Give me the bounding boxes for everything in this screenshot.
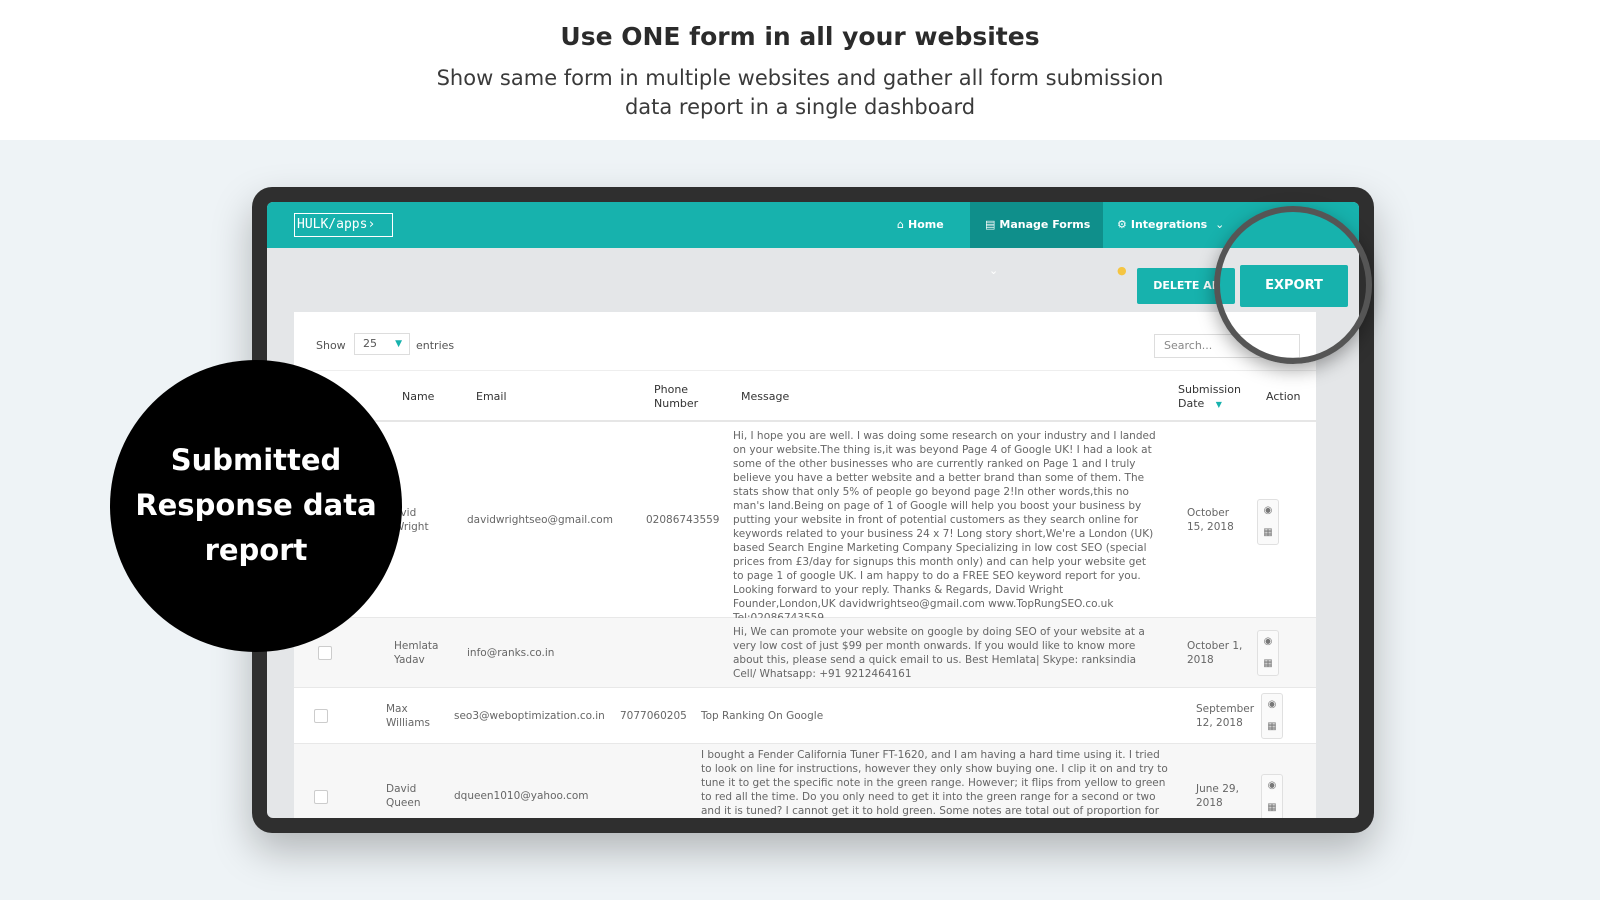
row-name: Hemlata Yadav xyxy=(394,639,439,667)
table-row: Max Williams seo3@weboptimization.co.in … xyxy=(294,688,1316,744)
row-name: Max Williams xyxy=(386,702,430,730)
show-label: Show xyxy=(316,339,346,352)
row-checkbox[interactable] xyxy=(318,646,332,660)
callout-line-3: report xyxy=(204,533,308,567)
trash-icon[interactable]: ▦ xyxy=(1262,721,1282,732)
app-screen: HULK/apps› ⌂ Home ▤ Manage Forms ⌄ ⚙ Integr… xyxy=(267,202,1359,818)
row-actions: ◉ ▦ xyxy=(1261,774,1283,818)
column-phone[interactable]: Phone Number xyxy=(654,383,698,411)
column-submission-date[interactable]: Submission Date ▼ xyxy=(1178,383,1241,412)
table-row: Hemlata Yadav info@ranks.co.in Hi, We ca… xyxy=(294,618,1316,688)
chevron-down-icon: ⌄ xyxy=(989,264,999,277)
row-checkbox[interactable] xyxy=(314,790,328,804)
row-date-line-2: 2018 xyxy=(1187,654,1214,666)
row-message: Hi, I hope you are well. I was doing som… xyxy=(733,430,1156,624)
row-name-last: Williams xyxy=(386,717,430,729)
row-name-last: Queen xyxy=(386,797,421,809)
column-name[interactable]: Name xyxy=(402,390,434,404)
table-header: Name Email Phone Number Message Submissi… xyxy=(294,370,1316,422)
callout-line-2: Response data xyxy=(135,488,377,522)
notification-dot-icon: ● xyxy=(1117,264,1127,277)
hero-subtitle: Show same form in multiple websites and … xyxy=(0,64,1600,122)
document-icon: ▤ xyxy=(985,218,996,231)
row-phone: 02086743559 xyxy=(646,514,720,526)
row-date-line-2: 12, 2018 xyxy=(1196,717,1243,729)
nav-integrations-label: Integrations xyxy=(1130,218,1208,231)
column-phone-line-1: Phone xyxy=(654,383,689,396)
chevron-down-icon: ⌄ xyxy=(1215,218,1225,231)
submissions-table-panel: Show 25 ▼ entries Search... Name Email P… xyxy=(294,312,1316,818)
row-message: I bought a Fender California Tuner FT-16… xyxy=(701,749,1168,817)
nav-home-label: Home xyxy=(907,218,944,231)
view-eye-icon[interactable]: ◉ xyxy=(1262,699,1282,710)
row-name: David Queen xyxy=(386,782,421,810)
gear-icon: ⚙ xyxy=(1117,218,1127,231)
view-eye-icon[interactable]: ◉ xyxy=(1262,780,1282,791)
row-name-first: Max xyxy=(386,703,408,715)
row-date-line-2: 15, 2018 xyxy=(1187,521,1234,533)
caret-down-icon: ▼ xyxy=(395,339,402,349)
trash-icon[interactable]: ▦ xyxy=(1258,658,1278,669)
row-email: seo3@weboptimization.co.in xyxy=(454,710,605,722)
column-date-line-1: Submission xyxy=(1178,383,1241,396)
export-magnifier-highlight xyxy=(1214,206,1372,364)
table-row: avid Wright davidwrightseo@gmail.com 020… xyxy=(294,422,1316,624)
row-phone: 7077060205 xyxy=(620,710,687,722)
column-message[interactable]: Message xyxy=(741,390,789,404)
row-date-line-1: September xyxy=(1196,703,1255,715)
view-eye-icon[interactable]: ◉ xyxy=(1258,505,1278,516)
callout-text: Submitted Response data report xyxy=(110,438,402,573)
nav-manage-forms-label: Manage Forms xyxy=(999,218,1091,231)
hero-section: Use ONE form in all your websites Show s… xyxy=(0,0,1600,140)
row-name-first: David xyxy=(386,783,417,795)
column-action: Action xyxy=(1266,390,1301,403)
row-email: dqueen1010@yahoo.com xyxy=(454,790,589,802)
callout-line-1: Submitted xyxy=(170,443,342,477)
trash-icon[interactable]: ▦ xyxy=(1262,802,1282,813)
column-email[interactable]: Email xyxy=(476,390,507,404)
view-eye-icon[interactable]: ◉ xyxy=(1258,636,1278,647)
hulkapps-logo[interactable]: HULK/apps› xyxy=(294,213,393,237)
table-row: David Queen dqueen1010@yahoo.com I bough… xyxy=(294,744,1316,818)
row-date-line-1: October 1, xyxy=(1187,640,1243,652)
row-message: Top Ranking On Google xyxy=(701,710,824,722)
row-date: June 29, 2018 xyxy=(1196,782,1239,810)
top-navbar: HULK/apps› ⌂ Home ▤ Manage Forms ⌄ ⚙ Integr… xyxy=(267,202,1359,277)
trash-icon[interactable]: ▦ xyxy=(1258,527,1278,538)
entries-select[interactable]: 25 ▼ xyxy=(354,333,410,355)
row-name-first: Hemlata xyxy=(394,640,439,652)
row-name-last: Yadav xyxy=(394,654,425,666)
row-date: September 12, 2018 xyxy=(1196,702,1254,730)
row-message: Hi, We can promote your website on googl… xyxy=(733,626,1145,680)
row-date: October 1, 2018 xyxy=(1187,639,1242,667)
row-date-line-1: June 29, xyxy=(1196,783,1239,795)
nav-integrations[interactable]: ⚙ Integrations ⌄ ● xyxy=(1117,202,1242,277)
row-actions: ◉ ▦ xyxy=(1257,630,1279,676)
row-actions: ◉ ▦ xyxy=(1261,693,1283,739)
row-date-line-1: October xyxy=(1187,507,1230,519)
column-phone-line-2: Number xyxy=(654,397,699,410)
entries-label: entries xyxy=(416,339,455,352)
row-email: davidwrightseo@gmail.com xyxy=(467,514,613,526)
row-actions: ◉ ▦ xyxy=(1257,499,1279,545)
row-date-line-2: 2018 xyxy=(1196,797,1223,809)
sort-desc-icon: ▼ xyxy=(1215,400,1222,409)
nav-manage-forms[interactable]: ▤ Manage Forms ⌄ xyxy=(970,202,1103,277)
entries-select-value: 25 xyxy=(363,337,377,350)
hero-subtitle-line-1: Show same form in multiple websites and … xyxy=(436,66,1164,90)
nav-home[interactable]: ⌂ Home xyxy=(897,202,959,248)
hero-title: Use ONE form in all your websites xyxy=(560,22,1040,51)
row-email: info@ranks.co.in xyxy=(467,647,555,659)
row-checkbox[interactable] xyxy=(314,709,328,723)
row-date: October 15, 2018 xyxy=(1187,506,1234,534)
home-icon: ⌂ xyxy=(897,218,904,231)
tablet-frame: HULK/apps› ⌂ Home ▤ Manage Forms ⌄ ⚙ Integr… xyxy=(252,187,1374,833)
callout-circle: Submitted Response data report xyxy=(110,360,402,652)
hero-subtitle-line-2: data report in a single dashboard xyxy=(624,95,976,119)
column-date-line-2: Date xyxy=(1178,397,1205,410)
